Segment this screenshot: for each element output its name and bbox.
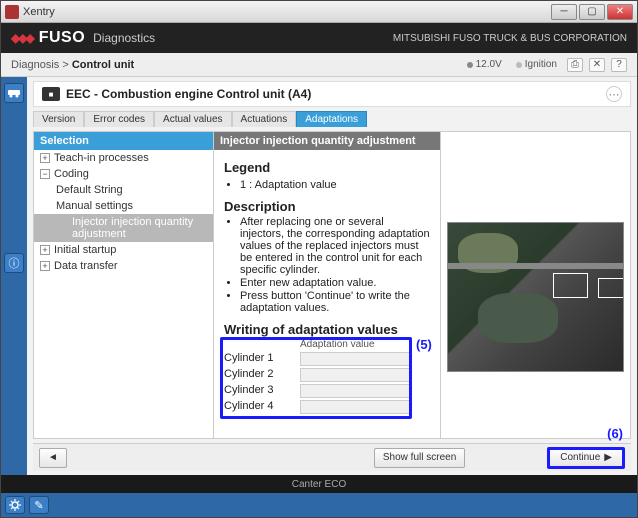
description-heading: Description [224,199,430,214]
tab-actual-values[interactable]: Actual values [154,111,231,127]
image-highlight [553,273,588,298]
cylinder-label: Cylinder 1 [224,352,294,366]
tree-manual-settings[interactable]: Manual settings [34,198,213,214]
brand-bar: ◆◆◆ FUSO Diagnostics MITSUBISHI FUSO TRU… [1,23,637,53]
rail-vehicle-icon[interactable] [4,83,24,103]
tree-teach-in[interactable]: + Teach-in processes [34,150,213,166]
tree-label: Default String [56,184,123,196]
legend-item: 1 : Adaptation value [240,179,430,191]
brand-name: FUSO [39,29,85,47]
tree-data-transfer[interactable]: + Data transfer [34,258,213,274]
expand-icon[interactable]: + [40,245,50,255]
help-icon[interactable]: ? [611,58,627,72]
cylinder-4-input[interactable] [300,400,410,414]
breadcrumb: Diagnosis > Control unit [11,59,457,71]
bottom-rail: ✎ [1,493,637,517]
play-icon: ▶ [604,452,612,463]
brand-logo-icon: ◆◆◆ [11,31,33,45]
description-item: Press button 'Continue' to write the ada… [240,290,430,314]
tree-default-string[interactable]: Default String [34,182,213,198]
tree-initial-startup[interactable]: + Initial startup [34,242,213,258]
ignition-label: Ignition [525,59,557,70]
tree-injector-adjustment[interactable]: Injector injection quantity adjustment [34,214,213,242]
cylinder-3-input[interactable] [300,384,410,398]
selection-header: Selection [34,132,213,150]
tab-row: Version Error codes Actual values Actuat… [33,111,631,127]
app-window: Xentry ─ ▢ ✕ ◆◆◆ FUSO Diagnostics MITSUB… [0,0,638,518]
expand-icon[interactable]: + [40,261,50,271]
image-panel [440,132,630,438]
tab-version[interactable]: Version [33,111,84,127]
engine-image [447,222,624,372]
tab-actuations[interactable]: Actuations [232,111,297,127]
page-more-icon[interactable]: ⋯ [606,86,622,102]
tree-label: Coding [54,168,89,180]
button-label: Show full screen [383,452,456,463]
cylinder-1-input[interactable] [300,352,410,366]
app-icon [5,5,19,19]
tab-adaptations[interactable]: Adaptations [296,111,367,127]
tools-icon[interactable]: ✕ [589,58,605,72]
brand-subtitle: Diagnostics [93,31,155,45]
detail-header: Injector injection quantity adjustment [214,132,440,150]
cylinder-label: Cylinder 4 [224,400,294,414]
writing-heading: Writing of adaptation values [224,322,430,337]
adaptation-table: Adaptation value Cylinder 1 Cylinder 2 C… [224,339,424,414]
scroll-left-button[interactable]: ◄ [39,448,67,468]
print-icon[interactable]: ⎙ [567,58,583,72]
tree-label: Injector injection quantity adjustment [72,216,209,240]
description-item: After replacing one or several injectors… [240,216,430,276]
cylinder-label: Cylinder 3 [224,384,294,398]
image-highlight [598,278,624,298]
window-title: Xentry [23,6,551,18]
ignition-status: Ignition [512,59,561,70]
battery-icon [467,62,473,68]
continue-button[interactable]: Continue ▶ [547,447,625,469]
tab-error-codes[interactable]: Error codes [84,111,154,127]
status-text: Canter ECO [292,479,346,490]
ecu-icon: ■ [42,87,60,101]
page-title: EEC - Combustion engine Control unit (A4… [66,87,606,101]
selection-tree: + Teach-in processes − Coding Default St… [34,150,213,274]
page-header: ■ EEC - Combustion engine Control unit (… [33,81,631,107]
rail-tool-icon[interactable]: ✎ [29,496,49,514]
detail-content: Legend 1 : Adaptation value Description … [214,150,440,438]
selection-panel: Selection + Teach-in processes − Coding … [34,132,214,438]
left-rail: ⓘ [1,77,27,475]
minimize-button[interactable]: ─ [551,4,577,20]
description-item: Enter new adaptation value. [240,277,430,289]
button-label: Continue [560,452,600,463]
breadcrumb-root[interactable]: Diagnosis [11,59,59,71]
voltage-value: 12.0V [476,59,502,70]
breadcrumb-current: Control unit [72,59,134,71]
status-bar: Canter ECO [1,475,637,493]
footer-bar: ◄ Show full screen Continue ▶ (6) [33,443,631,471]
voltage-status: 12.0V [463,59,506,70]
tree-label: Manual settings [56,200,133,212]
collapse-icon[interactable]: − [40,169,50,179]
rail-settings-icon[interactable] [5,496,25,514]
ignition-icon [516,62,522,68]
top-strip: Diagnosis > Control unit 12.0V Ignition … [1,53,637,77]
detail-panel: Injector injection quantity adjustment L… [214,132,440,438]
tree-label: Initial startup [54,244,116,256]
cylinder-label: Cylinder 2 [224,368,294,382]
tree-coding[interactable]: − Coding [34,166,213,182]
column-header: Adaptation value [300,339,410,350]
expand-icon[interactable]: + [40,153,50,163]
brand-corp: MITSUBISHI FUSO TRUCK & BUS CORPORATION [393,33,627,44]
maximize-button[interactable]: ▢ [579,4,605,20]
close-button[interactable]: ✕ [607,4,633,20]
tree-label: Data transfer [54,260,118,272]
titlebar: Xentry ─ ▢ ✕ [1,1,637,23]
rail-info-icon[interactable]: ⓘ [4,253,24,273]
legend-heading: Legend [224,160,430,175]
tree-label: Teach-in processes [54,152,149,164]
show-full-screen-button[interactable]: Show full screen [374,448,465,468]
cylinder-2-input[interactable] [300,368,410,382]
